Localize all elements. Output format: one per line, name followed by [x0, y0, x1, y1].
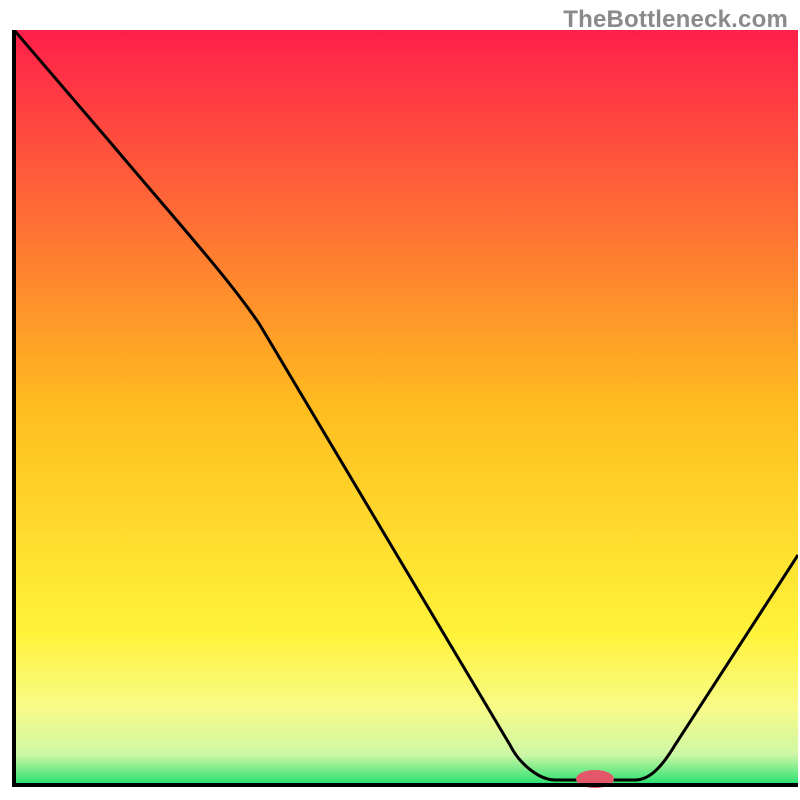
bottleneck-chart: [0, 0, 800, 800]
chart-container: TheBottleneck.com: [0, 0, 800, 800]
plot-background: [14, 30, 798, 785]
watermark-text: TheBottleneck.com: [563, 6, 788, 34]
